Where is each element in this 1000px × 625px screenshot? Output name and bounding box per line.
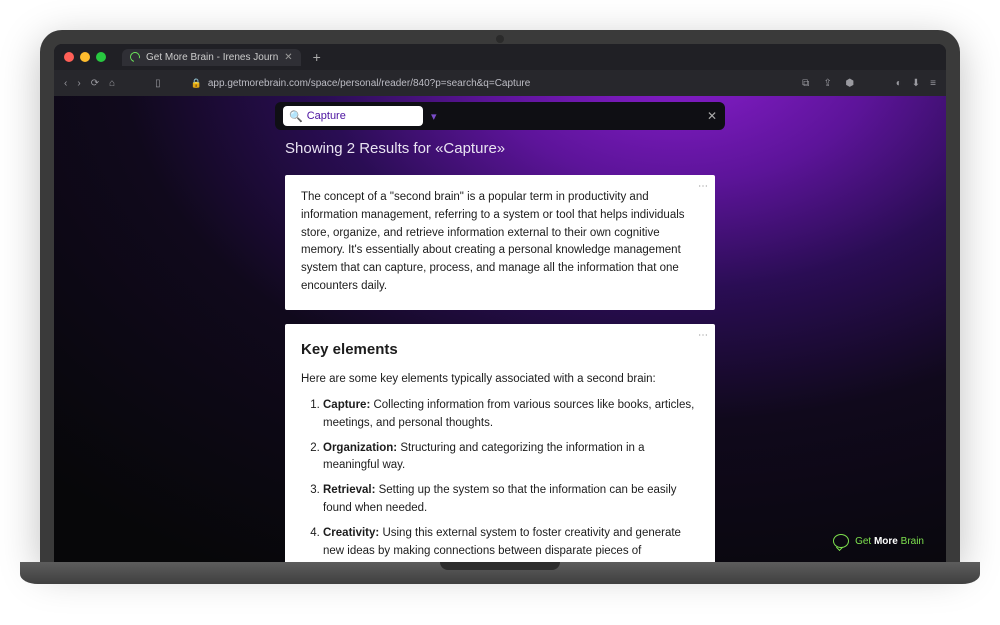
- share-icon[interactable]: ⇪: [822, 78, 834, 89]
- brand-bubble-icon: [833, 534, 849, 548]
- key-elements-list: Capture: Collecting information from var…: [301, 397, 699, 562]
- results-heading: Showing 2 Results for «Capture»: [285, 140, 715, 157]
- card-2-heading: Key elements: [301, 338, 699, 361]
- address-bar: ‹ › ⟳ ⌂ ▯ 🔒 app.getmorebrain.com/space/p…: [54, 70, 946, 96]
- lock-icon: 🔒: [191, 78, 202, 89]
- reload-button[interactable]: ⟳: [91, 78, 99, 89]
- card-more-icon[interactable]: ⋯: [698, 328, 709, 344]
- filter-icon[interactable]: ▾: [431, 110, 437, 123]
- card-more-icon[interactable]: ⋯: [698, 179, 709, 195]
- results-area: Showing 2 Results for «Capture» ⋯ The co…: [285, 140, 715, 562]
- shield-icon[interactable]: ⬢: [844, 78, 856, 89]
- window-controls: [64, 52, 106, 62]
- back-button[interactable]: ‹: [64, 78, 67, 89]
- search-icon: 🔍: [289, 110, 303, 123]
- home-button[interactable]: ⌂: [109, 78, 115, 89]
- close-search-icon[interactable]: ✕: [707, 109, 717, 123]
- menu-icon[interactable]: ≡: [930, 78, 936, 89]
- brand-logo[interactable]: Get More Brain: [833, 534, 924, 548]
- browser-tab[interactable]: Get More Brain - Irenes Journ ✕: [122, 49, 301, 66]
- result-card-1[interactable]: ⋯ The concept of a "second brain" is a p…: [285, 175, 715, 310]
- laptop-notch: [440, 562, 560, 570]
- minimize-window-button[interactable]: [80, 52, 90, 62]
- zoom-window-button[interactable]: [96, 52, 106, 62]
- screen: Get More Brain - Irenes Journ ✕ + ‹ › ⟳ …: [54, 44, 946, 562]
- bookmark-icon[interactable]: ▯: [155, 78, 161, 89]
- download-icon[interactable]: ⬇: [912, 78, 920, 89]
- brand-text: Get More Brain: [855, 536, 924, 547]
- close-window-button[interactable]: [64, 52, 74, 62]
- close-tab-icon[interactable]: ✕: [284, 52, 292, 63]
- url-display[interactable]: 🔒 app.getmorebrain.com/space/personal/re…: [191, 78, 531, 89]
- card-2-intro: Here are some key elements typically ass…: [301, 371, 699, 389]
- list-item: Organization: Structuring and categorizi…: [323, 440, 699, 476]
- laptop-base: [20, 562, 980, 584]
- laptop-mockup: Get More Brain - Irenes Journ ✕ + ‹ › ⟳ …: [40, 30, 960, 572]
- tab-title: Get More Brain - Irenes Journ: [146, 52, 278, 63]
- camera-dot: [496, 35, 504, 43]
- favicon-icon: [128, 50, 142, 64]
- tab-bar: Get More Brain - Irenes Journ ✕ +: [54, 44, 946, 70]
- page-content: 🔍 Capture ▾ ✕ Showing 2 Results for «Cap…: [54, 96, 946, 562]
- extension-icon[interactable]: ◐: [896, 78, 902, 89]
- card-1-text: The concept of a "second brain" is a pop…: [301, 191, 685, 292]
- url-text: app.getmorebrain.com/space/personal/read…: [208, 78, 530, 89]
- search-query: Capture: [307, 110, 346, 122]
- new-tab-button[interactable]: +: [307, 49, 327, 65]
- search-input[interactable]: 🔍 Capture: [283, 106, 423, 126]
- open-external-icon[interactable]: ⧉: [800, 78, 812, 89]
- nav-buttons: ‹ › ⟳ ⌂: [64, 78, 115, 89]
- list-item: Capture: Collecting information from var…: [323, 397, 699, 433]
- laptop-base-edge: [20, 562, 980, 572]
- list-item: Retrieval: Setting up the system so that…: [323, 482, 699, 518]
- result-card-2[interactable]: ⋯ Key elements Here are some key element…: [285, 324, 715, 562]
- list-item: Creativity: Using this external system t…: [323, 525, 699, 562]
- search-bar-container: 🔍 Capture ▾ ✕: [275, 102, 725, 130]
- screen-bezel: Get More Brain - Irenes Journ ✕ + ‹ › ⟳ …: [40, 30, 960, 562]
- forward-button[interactable]: ›: [77, 78, 80, 89]
